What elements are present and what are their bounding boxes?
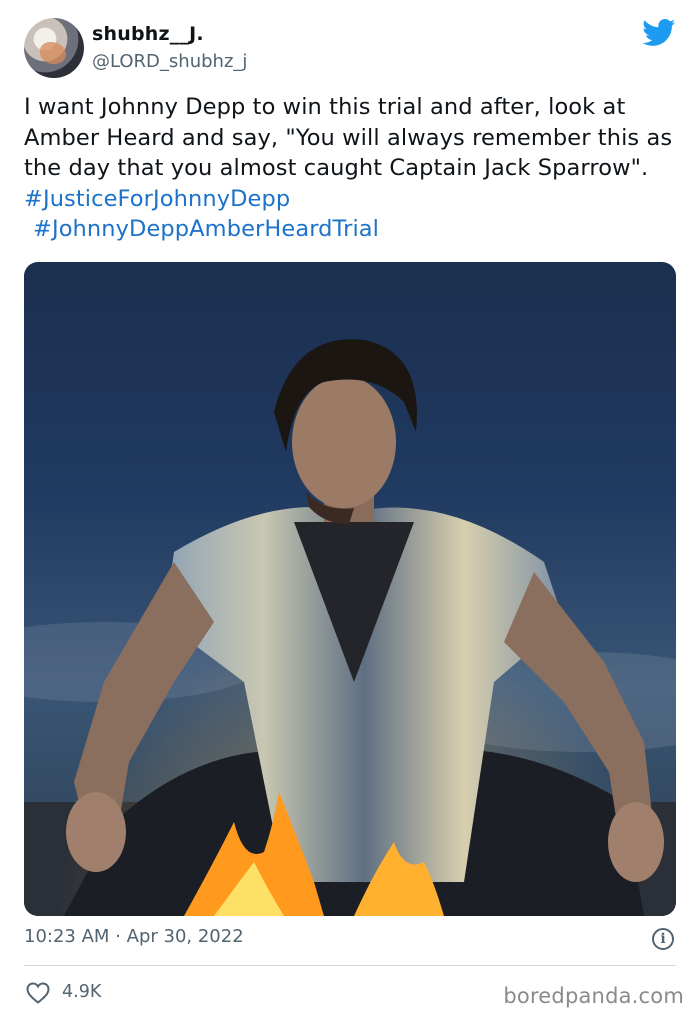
hashtag-johnny-depp-amber-heard-trial[interactable]: #JohnnyDeppAmberHeardTrial [33, 216, 379, 242]
like-count: 4.9K [62, 982, 102, 1002]
user-handle[interactable]: @LORD_shubhz_j [92, 51, 247, 72]
twitter-bird-icon[interactable] [642, 19, 676, 47]
divider [24, 965, 676, 966]
heart-icon[interactable] [26, 982, 50, 1004]
user-avatar[interactable] [24, 18, 84, 78]
tweet-photo[interactable] [24, 262, 676, 916]
hashtag-justice-for-johnny-depp[interactable]: #JusticeForJohnnyDepp [24, 186, 290, 212]
meta-separator: · [109, 926, 127, 947]
photo-man-by-campfire [24, 262, 676, 916]
watermark: boredpanda.com [503, 984, 684, 1008]
tweet-date: Apr 30, 2022 [126, 926, 244, 947]
tweet-body: I want Johnny Depp to win this trial and… [24, 94, 673, 181]
info-icon[interactable]: i [652, 928, 674, 950]
tweet-time: 10:23 AM [24, 926, 110, 947]
display-name[interactable]: shubhz__J. [92, 23, 204, 45]
tweet-text: I want Johnny Depp to win this trial and… [24, 92, 684, 245]
tweet-timestamp[interactable]: 10:23 AM · Apr 30, 2022 [24, 926, 244, 947]
